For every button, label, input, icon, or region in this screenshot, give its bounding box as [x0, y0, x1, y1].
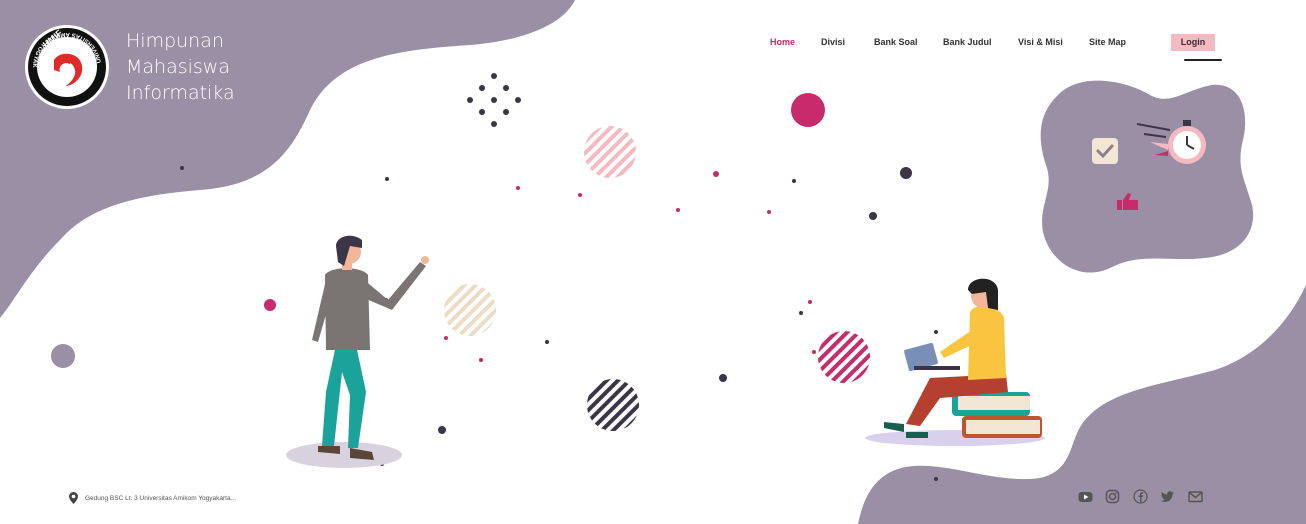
- stripe-circle-dark: [587, 379, 639, 431]
- nav-item-home[interactable]: Home: [770, 37, 795, 47]
- mail-icon[interactable]: [1188, 489, 1203, 504]
- facebook-icon[interactable]: [1133, 489, 1148, 504]
- nav-item-divisi[interactable]: Divisi: [821, 37, 845, 47]
- dot-cluster: [467, 73, 521, 127]
- login-button[interactable]: Login: [1171, 34, 1215, 51]
- pointing-man-illustration: [286, 235, 429, 468]
- check-card: [1092, 138, 1118, 164]
- stripe-circle-beige: [444, 284, 496, 336]
- nav-item-site-map[interactable]: Site Map: [1089, 37, 1126, 47]
- brand-line-2: Mahasiswa: [126, 56, 230, 78]
- footer-address: Gedung BSC Lt. 3 Universitas Amikom Yogy…: [69, 491, 236, 505]
- nav-item-bank-soal[interactable]: Bank Soal: [874, 37, 918, 47]
- woman-with-laptop-illustration: [865, 278, 1045, 446]
- right-card-blob: [1040, 80, 1254, 273]
- brand-line-1: Himpunan: [126, 30, 224, 52]
- hmif-logo[interactable]: UNIVERSITAS AMIKOM YOGYAKARTA HMIF: [24, 24, 110, 110]
- login-underline: [1184, 59, 1222, 61]
- stripe-circle-magenta: [818, 331, 870, 383]
- location-pin-icon: [69, 492, 78, 504]
- twitter-icon[interactable]: [1160, 489, 1175, 504]
- nav-item-visi-misi[interactable]: Visi & Misi: [1018, 37, 1063, 47]
- landing-page: UNIVERSITAS AMIKOM YOGYAKARTA HMIF Himpu…: [0, 0, 1306, 524]
- instagram-icon[interactable]: [1105, 489, 1120, 504]
- brand-name: Himpunan Mahasiswa Informatika: [126, 28, 235, 106]
- brand-line-3: Informatika: [126, 82, 235, 104]
- youtube-icon[interactable]: [1078, 489, 1093, 504]
- address-text: Gedung BSC Lt. 3 Universitas Amikom Yogy…: [85, 494, 237, 502]
- nav-item-bank-judul[interactable]: Bank Judul: [943, 37, 992, 47]
- stripe-circle-pink: [584, 126, 636, 178]
